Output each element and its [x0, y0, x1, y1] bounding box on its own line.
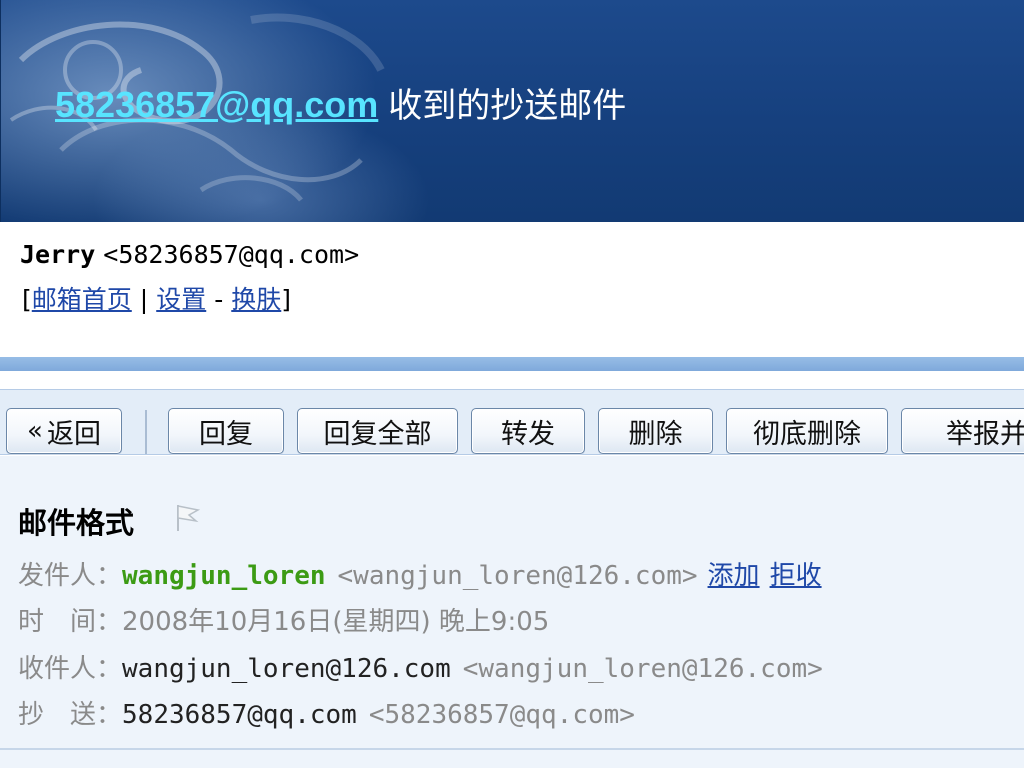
- time-value: 2008年10月16日(星期四) 晚上9:05: [122, 607, 550, 637]
- time-label: 时 间：: [18, 607, 123, 637]
- toolbar-divider: [145, 410, 147, 454]
- bracket-close: ]: [281, 285, 292, 314]
- reply-all-button[interactable]: 回复全部: [297, 408, 458, 454]
- link-separator-bar: |: [139, 285, 149, 314]
- header-banner: 58236857@qq.com 收到的抄送邮件: [0, 0, 1024, 222]
- reply-button[interactable]: 回复: [168, 408, 284, 454]
- flag-icon[interactable]: [172, 501, 202, 533]
- cc-row: 抄 送： 58236857@qq.com <58236857@qq.com>: [18, 694, 635, 730]
- bottom-divider: [0, 748, 1024, 750]
- sender-email: <wangjun_loren@126.com>: [337, 561, 698, 591]
- reject-sender-link[interactable]: 拒收: [770, 555, 822, 592]
- account-address-link[interactable]: 58236857@qq.com: [55, 84, 378, 125]
- recipient-name: wangjun_loren@126.com: [122, 654, 451, 684]
- double-chevron-left-icon: «: [27, 416, 43, 446]
- sender-row: 发件人： wangjun_loren <wangjun_loren@126.co…: [18, 555, 822, 591]
- mail-subject: 邮件格式: [18, 506, 135, 540]
- sender-name: wangjun_loren: [122, 561, 326, 591]
- divider-bar: [0, 357, 1024, 371]
- recipient-email: <wangjun_loren@126.com>: [462, 654, 823, 684]
- page-title-text: 收到的抄送邮件: [388, 86, 627, 126]
- delete-button[interactable]: 删除: [598, 408, 713, 454]
- account-name: Jerry: [20, 240, 96, 269]
- account-links: [邮箱首页 | 设置 - 换肤]: [22, 280, 291, 316]
- report-spam-button[interactable]: 举报并: [901, 408, 1024, 454]
- back-button-label: 返回: [46, 418, 101, 450]
- recipient-row: 收件人： wangjun_loren@126.com <wangjun_lore…: [18, 648, 823, 684]
- page-title: 58236857@qq.com 收到的抄送邮件: [55, 83, 626, 128]
- account-info: Jerry <58236857@qq.com>: [20, 240, 359, 269]
- back-button[interactable]: «返回: [6, 408, 122, 454]
- cc-label: 抄 送：: [18, 700, 123, 730]
- cc-name: 58236857@qq.com: [122, 700, 357, 730]
- account-email: <58236857@qq.com>: [103, 240, 360, 269]
- link-separator-dash: -: [214, 285, 224, 314]
- settings-link[interactable]: 设置: [156, 285, 206, 314]
- cc-email: <58236857@qq.com>: [368, 700, 635, 730]
- change-skin-link[interactable]: 换肤: [231, 285, 281, 314]
- bracket-open: [: [22, 285, 32, 314]
- mailbox-home-link[interactable]: 邮箱首页: [32, 285, 132, 314]
- add-contact-link[interactable]: 添加: [708, 555, 760, 592]
- sender-label: 发件人：: [18, 561, 123, 591]
- forward-button[interactable]: 转发: [471, 408, 585, 454]
- permanent-delete-button[interactable]: 彻底删除: [726, 408, 888, 454]
- time-row: 时 间： 2008年10月16日(星期四) 晚上9:05: [18, 601, 549, 637]
- recipient-label: 收件人：: [18, 654, 123, 684]
